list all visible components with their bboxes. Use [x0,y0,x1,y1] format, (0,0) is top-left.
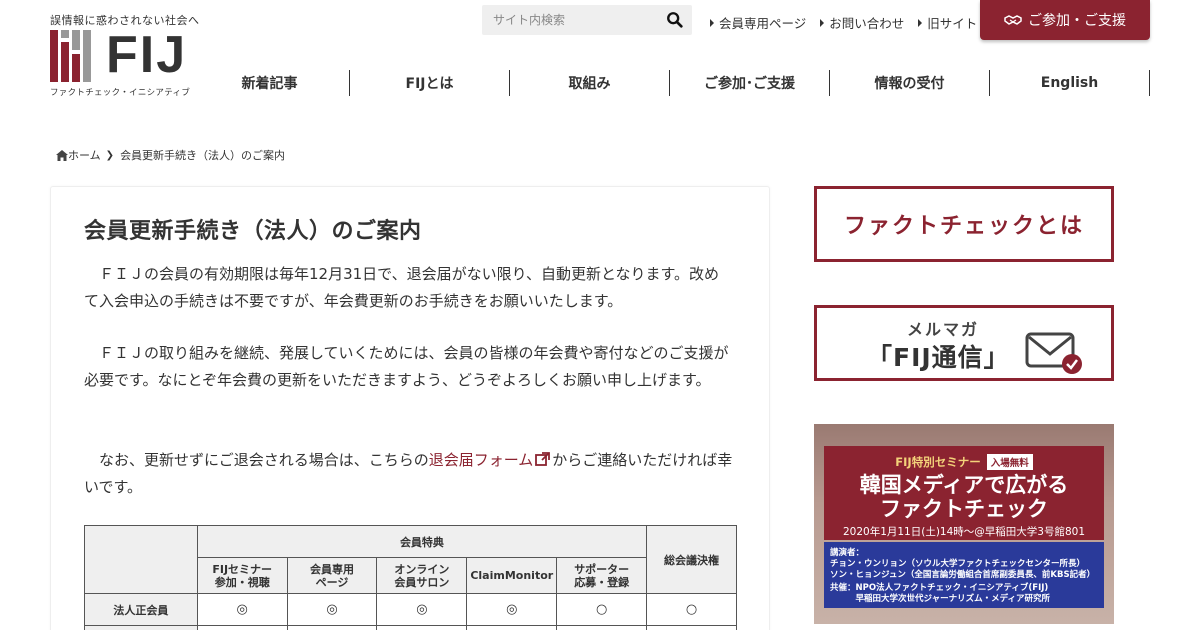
factcheck-about-banner[interactable]: ファクトチェックとは [814,186,1114,262]
seminar-banner[interactable]: FIJ特別セミナー 入場無料 韓国メディアで広がる ファクトチェック 2020年1月… [814,424,1114,624]
old-site-link[interactable]: 旧サイト [918,13,977,32]
table-row-label: 法人正会員 [84,593,198,626]
member-benefit-table: 会員特典 総会議決権 FIJセミナー 参加・視聴 会員専用 ページ オンライン … [84,525,737,630]
breadcrumb-home[interactable]: ホーム [56,147,101,163]
nav-english[interactable]: English [990,70,1150,96]
utility-links: 会員専用ページ お問い合わせ 旧サイト [710,13,977,32]
article-paragraph: ＦＩＪの取り組みを継続、発展していくためには、会員の皆様の年会費や寄付などのご支… [84,344,729,389]
chevron-right-icon: ❯ [105,149,115,161]
table-cell: ◎ [376,593,468,626]
table-col-header: サポーター 応募・登録 [556,557,648,594]
handshake-icon [1004,15,1022,25]
table-cell: ○ [556,593,648,626]
caret-right-icon [820,18,825,27]
members-page-link[interactable]: 会員専用ページ [710,13,806,32]
seminar-info-panel: 講演者： チョン・ウンリョン（ソウル大学ファクトチェックセンター所長） ソン・ヒ… [824,542,1104,608]
table-col-header: FIJセミナー 参加・視聴 [196,557,288,594]
table-row: 法人正会員 ◎ ◎ ◎ ◎ ○ ○ [84,593,737,626]
table-cell [466,625,558,630]
seminar-date: 2020年1月11日(土)14時～@早稲田大学3号館801 [842,526,1086,538]
site-logo[interactable]: FIJ ファクトチェック・イニシアティブ [50,26,195,98]
table-cell [196,625,288,630]
table-cell [556,625,648,630]
global-nav: 新着記事 FIJとは 取組み ご参加･ご支援 情報の受付 English [190,70,1150,96]
table-vote-header: 総会議決権 [646,525,737,594]
table-corner-cell [84,525,198,594]
join-support-button[interactable]: ご参加・ご支援 [980,0,1150,40]
breadcrumb: ホーム ❯ 会員更新手続き（法人）のご案内 [56,147,285,163]
search-input[interactable] [482,5,657,35]
table-cell [376,625,468,630]
table-cell [646,625,737,630]
nav-news[interactable]: 新着記事 [190,70,350,96]
table-row-label [84,625,198,630]
nav-join[interactable]: ご参加･ご支援 [670,70,830,96]
article-card: 会員更新手続き（法人）のご案内 ＦＩＪの会員の有効期限は毎年12月31日で、退会… [50,186,770,630]
table-cell: ◎ [286,593,378,626]
table-cell: ○ [646,593,737,626]
nav-about[interactable]: FIJとは [350,70,510,96]
withdrawal-form-link[interactable]: 退会届フォーム [429,451,553,469]
table-col-header: 会員専用 ページ [286,557,378,594]
logo-mark-icon [50,30,94,82]
contact-link[interactable]: お問い合わせ [820,13,904,32]
site-search [482,5,692,35]
newsletter-banner[interactable]: メルマガ 「FIJ通信」 [814,305,1114,381]
caret-right-icon [918,18,923,27]
logo-text: FIJ [106,26,188,84]
logo-subtitle: ファクトチェック・イニシアティブ [50,88,191,98]
seminar-title-panel: FIJ特別セミナー 入場無料 韓国メディアで広がる ファクトチェック 2020年1月… [824,446,1104,540]
table-col-header: ClaimMonitor [466,557,558,594]
table-col-header: オンライン 会員サロン [376,557,468,594]
caret-right-icon [710,18,714,27]
home-icon [56,149,68,161]
external-link-icon [535,452,551,466]
nav-report[interactable]: 情報の受付 [830,70,990,96]
table-cell [286,625,378,630]
table-group-header: 会員特典 [196,525,648,558]
table-cell: ◎ [466,593,558,626]
mail-check-icon [1025,332,1082,374]
free-entry-badge: 入場無料 [986,454,1033,470]
search-icon[interactable] [666,11,684,29]
page-title: 会員更新手続き（法人）のご案内 [84,219,422,244]
table-cell: ◎ [196,593,288,626]
article-paragraph: なお、更新せずにご退会される場合は、こちらの退会届フォーム からご連絡いただければ… [84,451,733,496]
article-paragraph: ＦＩＪの会員の有効期限は毎年12月31日で、退会届がない限り、自動更新となります… [84,265,720,310]
nav-initiatives[interactable]: 取組み [510,70,670,96]
breadcrumb-current: 会員更新手続き（法人）のご案内 [120,149,286,162]
